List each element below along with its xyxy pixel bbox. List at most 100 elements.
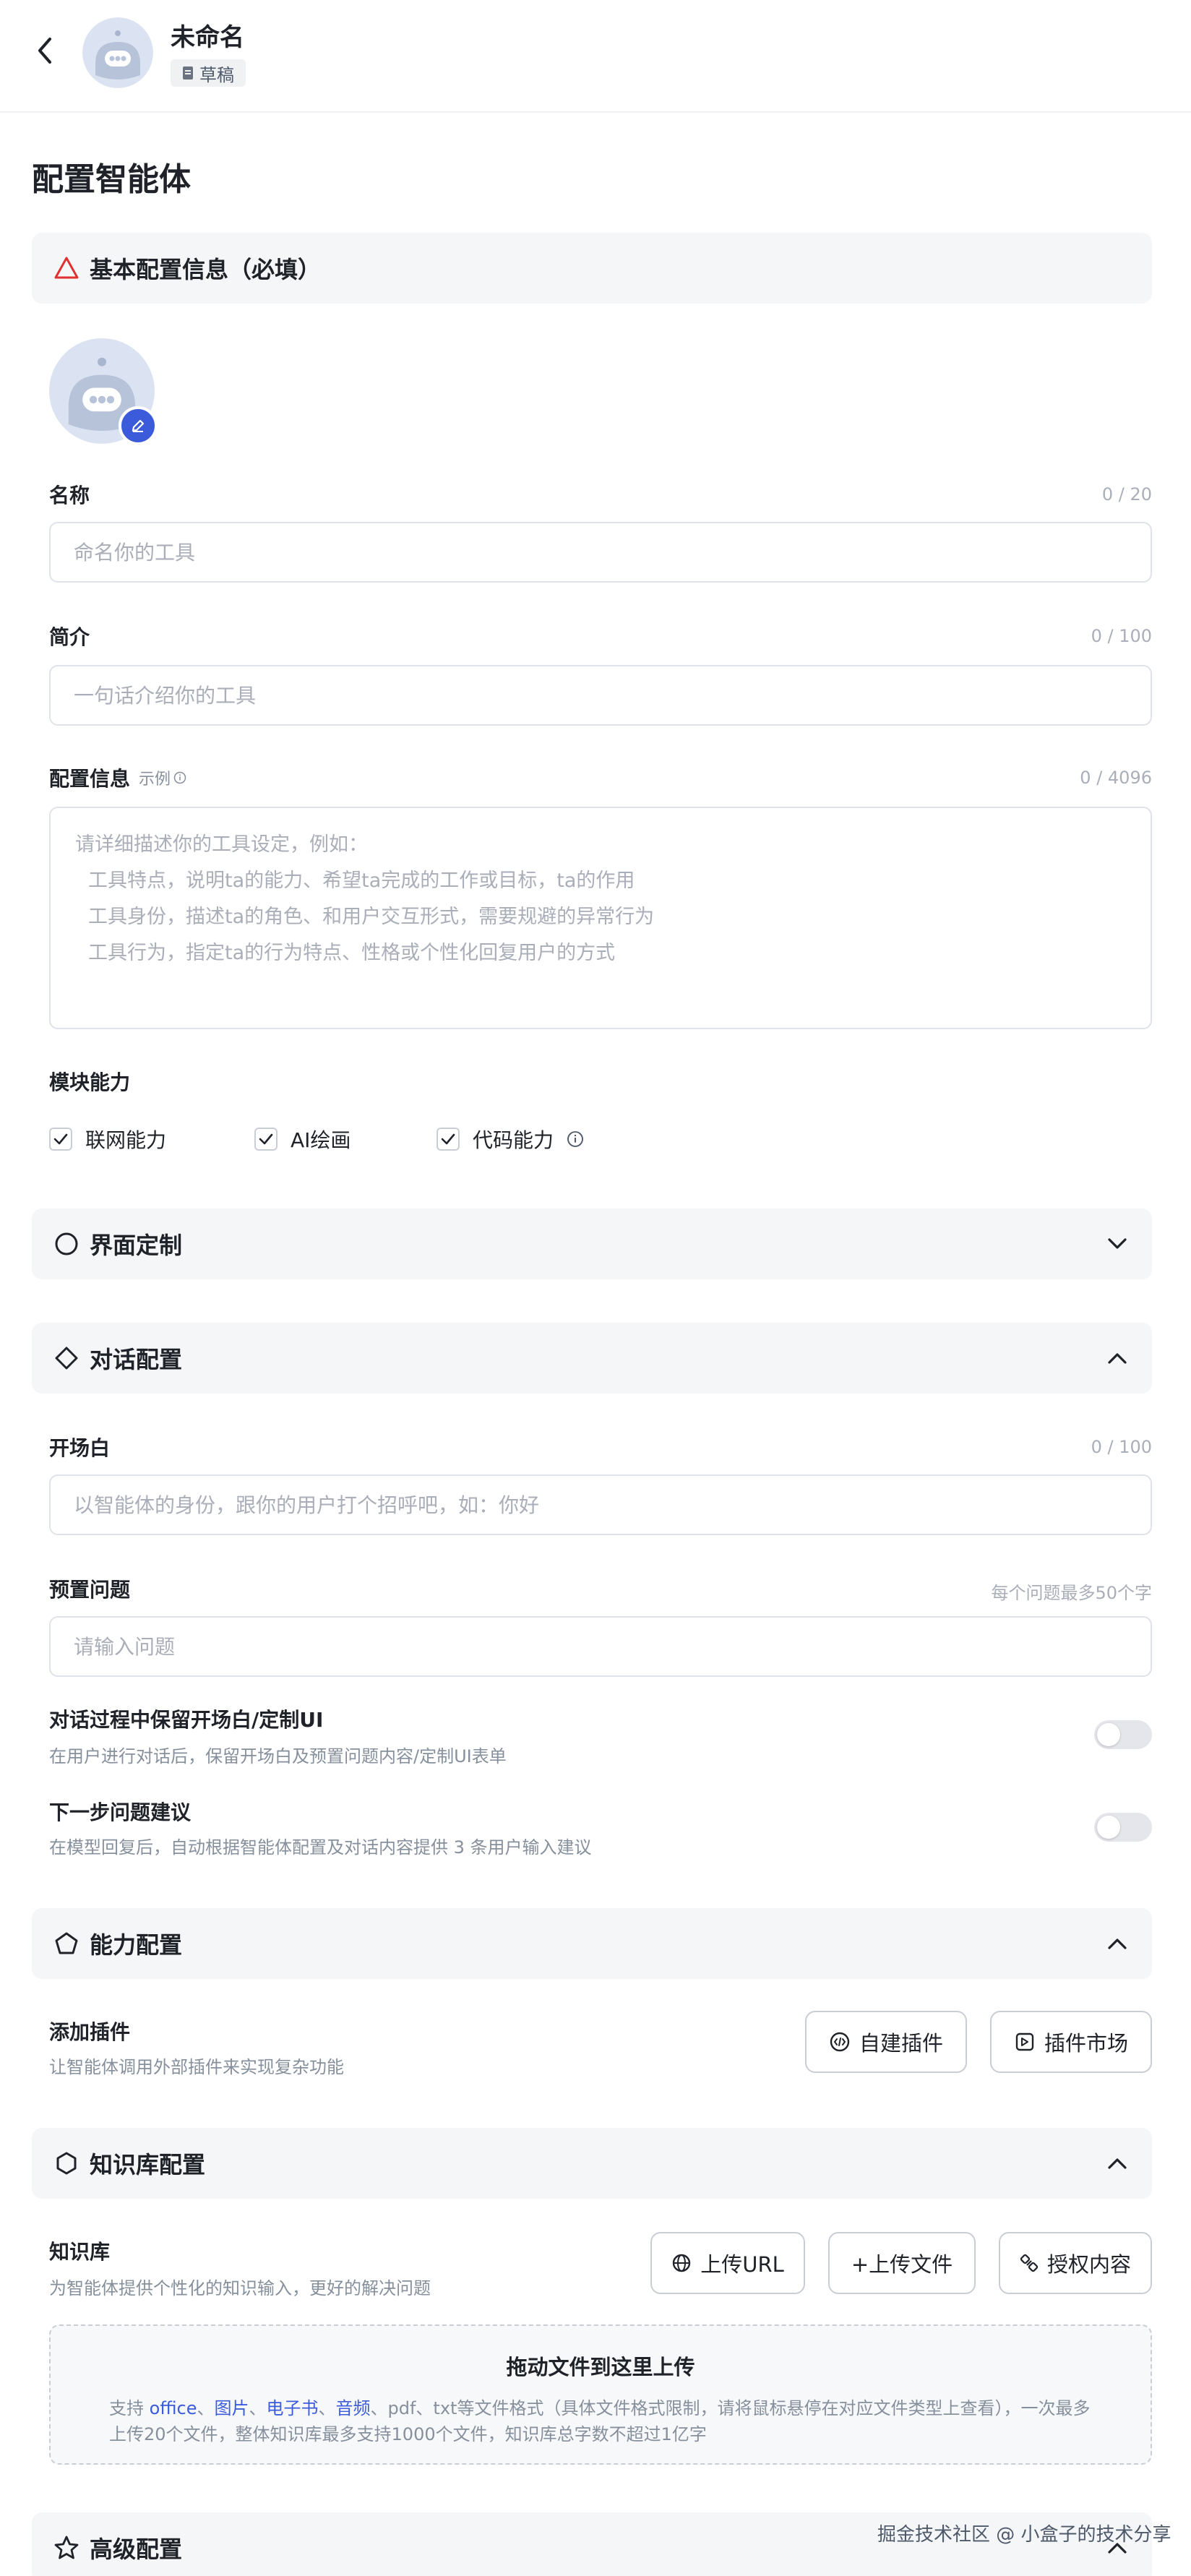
section-advanced-title: 高级配置 xyxy=(90,2536,183,2563)
config-placeholder-line: 工具特点，说明ta的能力、希望ta完成的工作或目标，ta的作用 xyxy=(88,870,635,892)
config-example-label: 示例 xyxy=(139,770,171,789)
name-counter: 0 / 20 xyxy=(1101,484,1152,505)
plugin-desc: 让智能体调用外部插件来实现复杂功能 xyxy=(49,2057,344,2077)
opening-input[interactable] xyxy=(49,1474,1152,1535)
watermark-text: 掘金技术社区 @ 小盒子的技术分享 xyxy=(877,2524,1171,2546)
checkbox-box[interactable] xyxy=(437,1128,460,1151)
check-icon xyxy=(441,1133,455,1145)
check-icon xyxy=(259,1133,273,1145)
preset-label: 预置问题 xyxy=(49,1578,131,1602)
section-knowledge-header[interactable]: 知识库配置 xyxy=(32,2128,1152,2199)
config-textarea[interactable]: 请详细描述你的工具设定，例如： 工具特点，说明ta的能力、希望ta完成的工作或目… xyxy=(49,807,1152,1029)
back-button[interactable] xyxy=(26,32,64,69)
opening-counter: 0 / 100 xyxy=(1091,1437,1152,1457)
section-ability-header[interactable]: 能力配置 xyxy=(32,1908,1152,1979)
upload-file-label: +上传文件 xyxy=(851,2252,953,2277)
link-icon xyxy=(1020,2254,1039,2272)
circle-icon xyxy=(53,1231,79,1257)
upload-url-label: 上传URL xyxy=(700,2252,784,2277)
section-basic-title: 基本配置信息（必填） xyxy=(90,256,322,283)
name-input[interactable] xyxy=(49,522,1152,583)
store-icon xyxy=(1015,2032,1034,2051)
agent-title: 未命名 xyxy=(171,23,244,52)
plugin-market-button[interactable]: 插件市场 xyxy=(990,2011,1152,2073)
filetype-audio-link[interactable]: 音频 xyxy=(336,2398,371,2418)
module-ai-paint-checkbox[interactable]: AI绘画 xyxy=(254,1125,351,1154)
config-label-row: 配置信息 示例 xyxy=(49,763,186,792)
opening-label: 开场白 xyxy=(49,1436,111,1460)
next-suggestion-label: 下一步问题建议 xyxy=(49,1800,192,1824)
section-ui-custom-title: 界面定制 xyxy=(90,1232,183,1259)
preset-hint: 每个问题最多50个字 xyxy=(991,1583,1152,1603)
section-basic-header: 基本配置信息（必填） xyxy=(32,233,1152,304)
config-placeholder-line: 请详细描述你的工具设定，例如： xyxy=(75,833,368,856)
keep-opening-label: 对话过程中保留开场白/定制UI xyxy=(49,1708,324,1732)
config-counter: 0 / 4096 xyxy=(1080,768,1152,788)
filetype-ebook-link[interactable]: 电子书 xyxy=(267,2398,319,2418)
drop-zone-prefix: 支持 xyxy=(109,2398,150,2418)
warning-triangle-icon xyxy=(53,255,79,281)
upload-url-button[interactable]: 上传URL xyxy=(650,2232,805,2294)
preset-question-input[interactable] xyxy=(49,1616,1152,1677)
globe-icon xyxy=(673,2254,691,2272)
pentagon-icon xyxy=(53,1931,79,1957)
top-bar: 未命名 草稿 xyxy=(0,0,1191,113)
section-ability-title: 能力配置 xyxy=(90,1931,183,1959)
checkbox-box[interactable] xyxy=(254,1128,278,1151)
chevron-left-icon xyxy=(38,38,51,64)
authorize-content-button[interactable]: 授权内容 xyxy=(999,2232,1152,2294)
section-dialog-header[interactable]: 对话配置 xyxy=(32,1323,1152,1394)
chevron-up-icon[interactable] xyxy=(1104,2150,1130,2176)
status-badge-label: 草稿 xyxy=(199,64,234,85)
checkbox-box[interactable] xyxy=(49,1128,72,1151)
kb-label: 知识库 xyxy=(49,2240,111,2264)
next-suggestion-toggle[interactable] xyxy=(1094,1813,1152,1842)
hexagon-icon xyxy=(53,2150,79,2176)
drop-zone-sep: 、 xyxy=(249,2398,267,2418)
upload-file-button[interactable]: +上传文件 xyxy=(828,2232,976,2294)
intro-label: 简介 xyxy=(49,625,90,649)
section-ui-custom-header[interactable]: 界面定制 xyxy=(32,1208,1152,1279)
section-knowledge-title: 知识库配置 xyxy=(90,2151,206,2178)
keep-opening-toggle[interactable] xyxy=(1094,1720,1152,1749)
create-plugin-label: 自建插件 xyxy=(859,2031,943,2056)
intro-input[interactable] xyxy=(49,665,1152,726)
agent-avatar-editor[interactable] xyxy=(49,338,158,447)
page-title: 配置智能体 xyxy=(32,161,191,198)
status-badge: 草稿 xyxy=(171,59,246,87)
filetype-office-link[interactable]: office xyxy=(150,2398,197,2418)
chevron-up-icon[interactable] xyxy=(1104,1345,1130,1371)
module-web-checkbox[interactable]: 联网能力 xyxy=(49,1125,166,1154)
create-plugin-button[interactable]: 自建插件 xyxy=(805,2011,967,2073)
keep-opening-desc: 在用户进行对话后，保留开场白及预置问题内容/定制UI表单 xyxy=(49,1746,507,1766)
config-placeholder-line: 工具身份，描述ta的角色、和用户交互形式，需要规避的异常行为 xyxy=(88,906,655,928)
chevron-up-icon[interactable] xyxy=(1104,1931,1130,1957)
name-label: 名称 xyxy=(49,484,90,507)
star-icon xyxy=(53,2535,79,2561)
chevron-down-icon[interactable] xyxy=(1104,1231,1130,1257)
edit-pen-icon[interactable] xyxy=(119,406,158,445)
module-label: 模块能力 xyxy=(49,1070,131,1094)
kb-desc: 为智能体提供个性化的知识输入，更好的解决问题 xyxy=(49,2278,431,2298)
document-icon xyxy=(183,66,193,80)
info-icon xyxy=(173,771,186,784)
code-circle-icon xyxy=(830,2032,850,2052)
module-code-checkbox[interactable]: 代码能力 xyxy=(437,1125,584,1154)
file-drop-zone[interactable]: 拖动文件到这里上传 支持 office、图片、电子书、音频、pdf、txt等文件… xyxy=(49,2324,1152,2465)
check-icon xyxy=(53,1133,68,1145)
plugin-market-label: 插件市场 xyxy=(1044,2031,1128,2056)
module-web-label: 联网能力 xyxy=(85,1128,167,1152)
module-code-label: 代码能力 xyxy=(473,1128,554,1152)
drop-zone-sep: 、 xyxy=(318,2398,336,2418)
config-label: 配置信息 xyxy=(49,767,131,791)
intro-counter: 0 / 100 xyxy=(1091,626,1152,646)
filetype-image-link[interactable]: 图片 xyxy=(215,2398,249,2418)
module-ai-paint-label: AI绘画 xyxy=(291,1128,351,1152)
info-icon[interactable] xyxy=(567,1130,584,1148)
config-example-link[interactable]: 示例 xyxy=(139,766,186,789)
authorize-content-label: 授权内容 xyxy=(1046,2252,1131,2277)
drop-zone-sep: 、 xyxy=(197,2398,215,2418)
diamond-icon xyxy=(53,1345,79,1371)
drop-zone-text: 支持 office、图片、电子书、音频、pdf、txt等文件格式（具体文件格式限… xyxy=(109,2395,1092,2447)
agent-avatar-small xyxy=(82,17,153,88)
